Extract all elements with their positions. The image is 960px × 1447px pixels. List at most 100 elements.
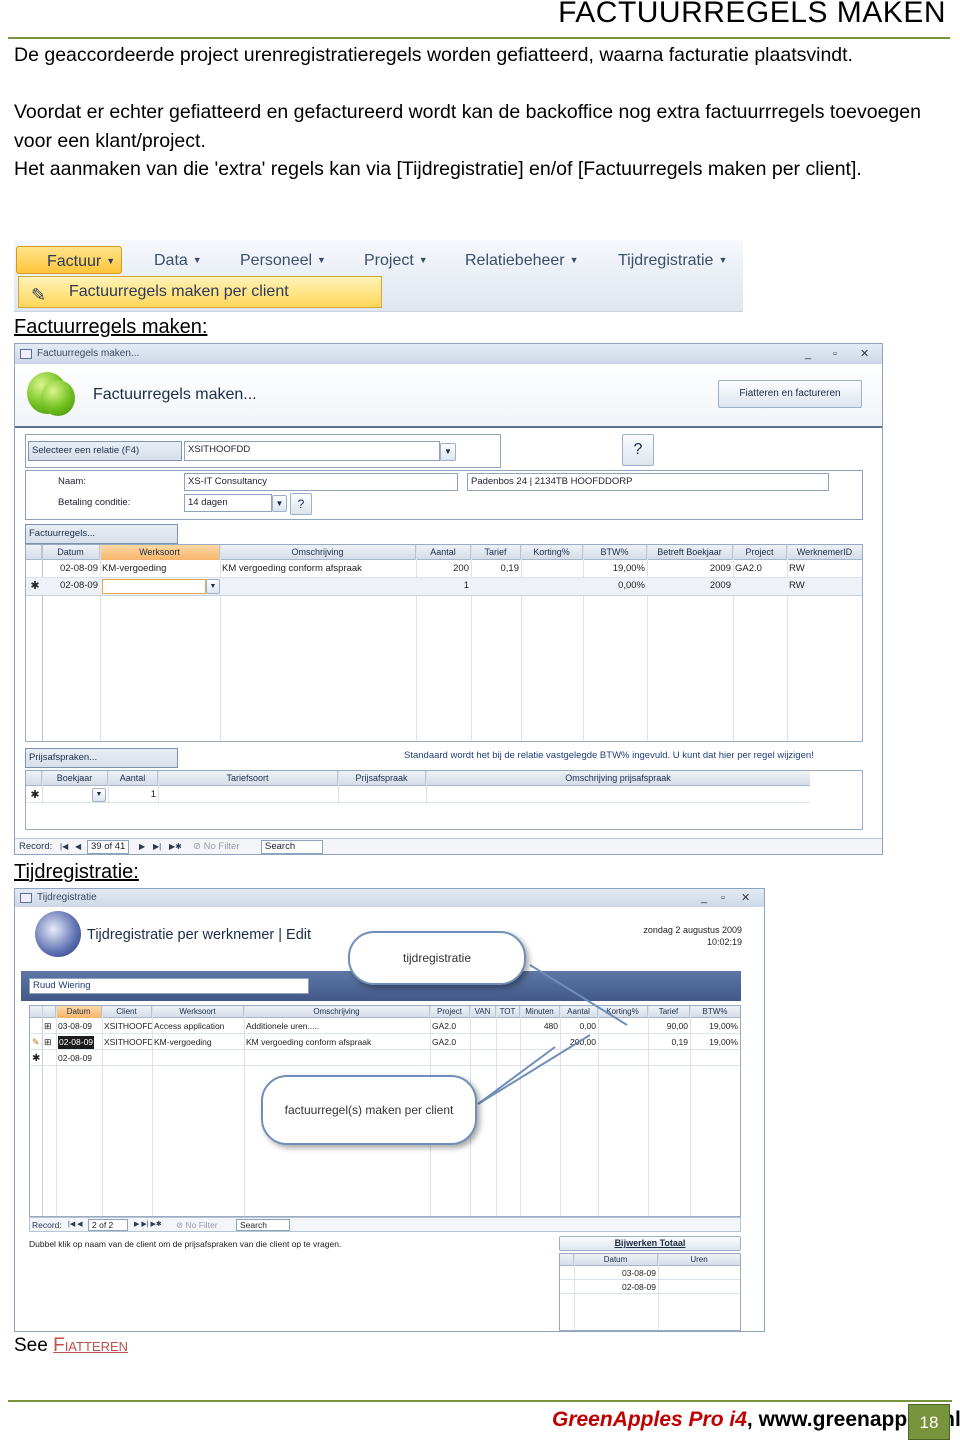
table-row[interactable]: 02-08-09 KM-vergoeding KM vergoeding con… xyxy=(26,561,862,577)
grid-header: Datum Uren xyxy=(560,1254,740,1266)
new-record-icon: ✱ xyxy=(30,789,40,801)
chevron-down-icon[interactable]: ▼ xyxy=(272,495,287,512)
prev-record-icon[interactable]: ◀ xyxy=(75,839,81,855)
payment-label: Betaling conditie: xyxy=(58,497,131,508)
first-record-icon[interactable]: |◀ ◀ xyxy=(68,1218,83,1232)
col-btw[interactable]: BTW% xyxy=(583,545,647,560)
no-filter-button[interactable]: ⊘ No Filter xyxy=(193,839,240,855)
tab-prijsafspraken[interactable]: Prijsafspraken... xyxy=(25,748,178,768)
table-row[interactable]: 03-08-09 xyxy=(560,1267,740,1280)
col-boekjaar[interactable]: Boekjaar xyxy=(42,771,108,786)
col-omschrijving[interactable]: Omschrijving xyxy=(220,545,416,560)
record-number-input[interactable]: 39 of 41 xyxy=(87,840,129,854)
col-tarief[interactable]: Tarief xyxy=(471,545,521,560)
col-korting[interactable]: Korting% xyxy=(521,545,583,560)
col-uren[interactable]: Uren xyxy=(658,1254,740,1266)
page-number: 18 xyxy=(908,1404,950,1440)
record-label: Record: xyxy=(32,1220,62,1230)
record-number-input[interactable]: 2 of 2 xyxy=(88,1219,128,1231)
hint-text: Dubbel klik op naam van de client om de … xyxy=(29,1239,342,1249)
chevron-down-icon[interactable]: ▼ xyxy=(92,788,106,802)
see-reference: See Fiatteren xyxy=(14,1335,129,1356)
tab-project[interactable]: Project ▼ xyxy=(364,246,428,274)
col-werknemerid[interactable]: WerknemerID xyxy=(787,545,862,560)
relation-label: Selecteer een relatie (F4) xyxy=(28,441,182,461)
section-heading-factuurregels: Factuurregels maken: xyxy=(14,316,208,338)
pencil-icon: ✎ xyxy=(31,285,47,305)
callout-tijdregistratie: tijdregistratie xyxy=(348,931,526,985)
col-omschrijving-prijsafspraak[interactable]: Omschrijving prijsafspraak xyxy=(426,771,810,786)
page-title: FACTUURREGELS MAKEN xyxy=(558,0,946,29)
relation-select[interactable]: XSITHOOFDD xyxy=(184,441,440,461)
payment-select[interactable]: 14 dagen xyxy=(184,494,272,512)
maximize-icon[interactable]: ▫ xyxy=(833,344,837,364)
select-all-cell[interactable] xyxy=(26,771,42,786)
grid-header: Boekjaar Aantal Tariefsoort Prijsafspraa… xyxy=(26,771,810,786)
invoice-lines-grid: Datum Werksoort Omschrijving Aantal Tari… xyxy=(25,544,863,742)
callout-factuurregels: factuurregel(s) maken per client xyxy=(261,1075,477,1145)
chevron-down-icon[interactable]: ▼ xyxy=(206,579,220,594)
menu-item-factuurregels-maken[interactable]: ✎ Factuurregels maken per client xyxy=(18,276,382,308)
tab-data[interactable]: Data ▼ xyxy=(154,246,202,274)
close-icon[interactable]: ✕ xyxy=(860,344,869,364)
name-field[interactable]: XS-IT Consultancy xyxy=(184,473,458,491)
next-record-icon[interactable]: ▶ xyxy=(139,839,145,855)
col-werksoort[interactable]: Werksoort xyxy=(100,545,220,560)
table-row[interactable]: 02-08-09 xyxy=(560,1281,740,1294)
search-input[interactable]: Search xyxy=(261,840,323,854)
intro-text: De geaccordeerde project urenregistratie… xyxy=(14,44,853,66)
table-row-new[interactable]: ✱ 02-08-09 ▼ 1 0,00% 2009 RW xyxy=(26,578,862,595)
table-row-new[interactable]: ✱ ▼ 1 xyxy=(26,787,810,803)
record-navigator: Record: |◀ ◀ 2 of 2 ▶ ▶| ▶✱ ⊘ No Filter … xyxy=(29,1217,741,1232)
form-heading: Factuurregels maken... xyxy=(93,386,257,403)
werksoort-select[interactable] xyxy=(102,579,206,594)
col-tariefsoort[interactable]: Tariefsoort xyxy=(158,771,338,786)
title-divider xyxy=(8,37,950,39)
col-prijsafspraak[interactable]: Prijsafspraak xyxy=(338,771,426,786)
totals-grid: Datum Uren 03-08-09 02-08-09 xyxy=(559,1253,741,1331)
col-aantal[interactable]: Aantal xyxy=(108,771,158,786)
record-label: Record: xyxy=(19,841,53,852)
body-paragraph-2: Het aanmaken van die 'extra' regels kan … xyxy=(14,158,862,180)
select-all-cell[interactable] xyxy=(26,545,42,560)
col-datum[interactable]: Datum xyxy=(42,545,100,560)
bijwerken-totaal-button[interactable]: Bijwerken Totaal xyxy=(559,1236,741,1251)
last-record-icon[interactable]: ▶| xyxy=(153,839,161,855)
fiatteren-link[interactable]: Fiatteren xyxy=(53,1335,128,1356)
record-navigator: Record: |◀ ◀ 39 of 41 ▶ ▶| ▶✱ ⊘ No Filte… xyxy=(15,838,882,854)
name-label: Naam: xyxy=(58,476,86,487)
tab-factuur[interactable]: Factuur ▼ xyxy=(16,246,122,274)
col-datum[interactable]: Datum xyxy=(574,1254,658,1266)
col-aantal[interactable]: Aantal xyxy=(416,545,471,560)
footer-brand: GreenApples Pro i4, www.greenapples.nl xyxy=(552,1408,960,1431)
new-record-nav-icon[interactable]: ▶✱ xyxy=(169,839,182,855)
next-record-icon[interactable]: ▶ ▶| ▶✱ xyxy=(134,1218,162,1232)
form-header: Factuurregels maken... Fiatteren en fact… xyxy=(15,364,882,428)
tijdregistratie-window: Tijdregistratie _ ▫ ✕ Tijdregistratie pe… xyxy=(14,888,765,1332)
chevron-down-icon[interactable]: ▼ xyxy=(440,443,456,461)
fiatteren-button[interactable]: Fiatteren en factureren xyxy=(718,380,862,408)
ribbon-menu: Factuur ▼ Data ▼ Personeel ▼ Project ▼ Relat… xyxy=(14,240,743,312)
address-field[interactable]: Padenbos 24 | 2134TB HOOFDDORP xyxy=(467,473,829,491)
form-icon xyxy=(20,349,32,359)
help-icon[interactable]: ? xyxy=(622,434,654,466)
grid-header: Datum Werksoort Omschrijving Aantal Tari… xyxy=(26,545,862,560)
relation-details: Naam: XS-IT Consultancy Padenbos 24 | 21… xyxy=(25,470,863,520)
apple-logo-icon-2 xyxy=(41,380,75,416)
no-filter-button[interactable]: ⊘ No Filter xyxy=(176,1218,218,1232)
col-project[interactable]: Project xyxy=(733,545,787,560)
tab-tijdregistratie[interactable]: Tijdregistratie ▼ xyxy=(618,246,727,274)
price-note: Standaard wordt het bij de relatie vastg… xyxy=(404,750,814,761)
search-input[interactable]: Search xyxy=(236,1219,290,1231)
relation-panel: Selecteer een relatie (F4) XSITHOOFDD ▼ xyxy=(25,434,501,468)
help-icon[interactable]: ? xyxy=(290,493,312,515)
tab-relatiebeheer[interactable]: Relatiebeheer ▼ xyxy=(465,246,579,274)
minimize-icon[interactable]: _ xyxy=(805,344,811,364)
first-record-icon[interactable]: |◀ xyxy=(60,839,68,855)
select-all-cell[interactable] xyxy=(560,1254,574,1266)
price-grid: Boekjaar Aantal Tariefsoort Prijsafspraa… xyxy=(25,770,863,830)
factuurregels-window: Factuurregels maken... _ ▫ ✕ Factuurrege… xyxy=(14,343,883,855)
tab-personeel[interactable]: Personeel ▼ xyxy=(240,246,326,274)
col-boekjaar[interactable]: Betreft Boekjaar xyxy=(647,545,733,560)
tab-factuurregels[interactable]: Factuurregels... xyxy=(25,524,178,544)
